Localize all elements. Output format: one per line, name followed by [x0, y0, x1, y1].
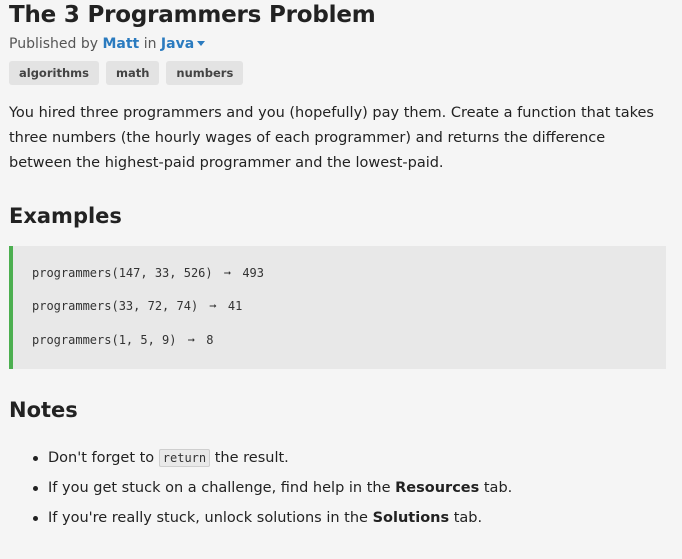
published-by-label: Published by	[9, 36, 99, 52]
example-call: programmers(33, 72, 74)	[32, 299, 199, 313]
bullet-icon	[33, 516, 38, 521]
resources-tab-reference: Resources	[395, 480, 480, 496]
examples-block: programmers(147, 33, 526) ➞ 493 programm…	[9, 246, 666, 369]
note-text: the result.	[210, 450, 289, 466]
page-title: The 3 Programmers Problem	[9, 2, 376, 28]
caret-down-icon	[197, 40, 206, 46]
example-result: 493	[242, 266, 265, 280]
example-line: programmers(1, 5, 9) ➞ 8	[32, 333, 213, 347]
challenge-page: The 3 Programmers Problem Published by M…	[0, 0, 682, 559]
author-link[interactable]: Matt	[102, 36, 139, 52]
note-item: If you're really stuck, unlock solutions…	[30, 503, 512, 533]
note-item: Don't forget to return the result.	[30, 443, 512, 473]
example-call: programmers(147, 33, 526)	[32, 266, 213, 280]
inline-code: return	[158, 449, 211, 467]
tag-math[interactable]: math	[105, 61, 160, 85]
note-text: tab.	[449, 510, 483, 526]
solutions-tab-reference: Solutions	[372, 510, 450, 526]
bullet-icon	[33, 456, 38, 461]
notes-heading: Notes	[9, 398, 78, 422]
notes-list: Don't forget to return the result. If yo…	[30, 443, 512, 533]
example-line: programmers(33, 72, 74) ➞ 41	[32, 299, 242, 313]
example-call: programmers(1, 5, 9)	[32, 333, 177, 347]
language-dropdown[interactable]: Java	[160, 36, 206, 52]
note-item: If you get stuck on a challenge, find he…	[30, 473, 512, 503]
note-text: If you're really stuck, unlock solutions…	[48, 510, 373, 526]
language-label: Java	[160, 36, 195, 52]
bullet-icon	[33, 486, 38, 491]
example-line: programmers(147, 33, 526) ➞ 493	[32, 266, 264, 280]
challenge-description: You hired three programmers and you (hop…	[9, 105, 654, 171]
example-result: 41	[227, 299, 243, 313]
arrow-right-icon: ➞	[223, 266, 232, 280]
author-line: Published by Matt in Java	[9, 35, 206, 53]
note-text: Don't forget to	[48, 450, 159, 466]
example-result: 8	[206, 333, 214, 347]
tag-numbers[interactable]: numbers	[166, 61, 244, 85]
examples-heading: Examples	[9, 204, 122, 228]
tag-list: algorithms math numbers	[9, 61, 244, 85]
in-label: in	[143, 36, 157, 52]
note-text: tab.	[479, 480, 513, 496]
arrow-right-icon: ➞	[209, 299, 217, 313]
tag-algorithms[interactable]: algorithms	[9, 61, 99, 85]
arrow-right-icon: ➞	[187, 333, 195, 347]
note-text: If you get stuck on a challenge, find he…	[48, 480, 396, 496]
